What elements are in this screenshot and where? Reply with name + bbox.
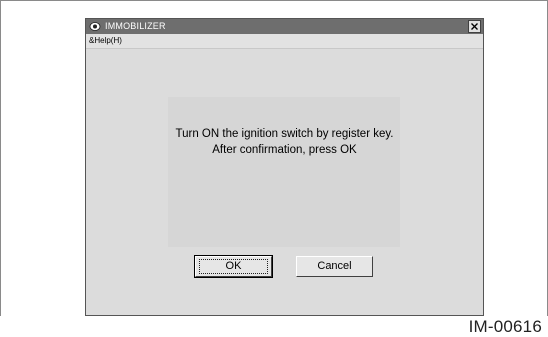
close-button[interactable]: [468, 20, 481, 33]
cancel-button[interactable]: Cancel: [296, 256, 373, 277]
ok-button[interactable]: OK: [194, 255, 273, 278]
figure-id-label: IM-00616: [468, 317, 542, 336]
message-line-1: Turn ON the ignition switch by register …: [175, 128, 394, 140]
dialog-body: [86, 49, 483, 315]
menu-item-help[interactable]: &Help(H): [89, 34, 122, 48]
close-icon: [471, 23, 478, 30]
menu-bar: &Help(H): [86, 34, 483, 49]
window-title: IMMOBILIZER: [105, 21, 166, 31]
focus-rectangle: [199, 259, 268, 274]
cancel-button-label: Cancel: [317, 260, 352, 272]
page: IMMOBILIZER &Help(H) Turn ON the ignitio…: [0, 0, 548, 337]
app-eye-icon: [89, 21, 101, 32]
title-bar[interactable]: IMMOBILIZER: [86, 19, 483, 34]
message-line-2: After confirmation, press OK: [212, 144, 357, 156]
immobilizer-window: IMMOBILIZER &Help(H) Turn ON the ignitio…: [85, 18, 484, 316]
message-panel: [168, 97, 400, 247]
